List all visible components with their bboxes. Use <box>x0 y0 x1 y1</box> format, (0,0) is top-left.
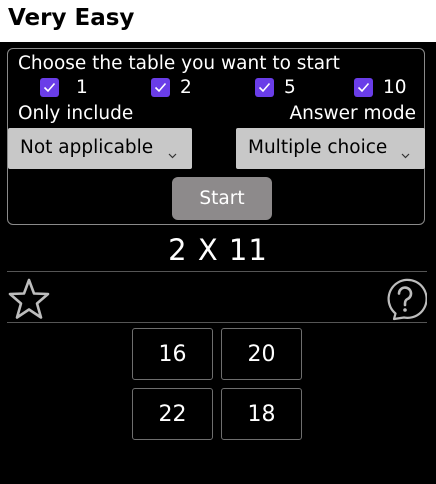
checkbox-checked-icon <box>255 78 274 97</box>
divider <box>7 271 427 272</box>
title-bar: Very Easy <box>0 0 436 42</box>
answer-option-value: 16 <box>158 342 187 367</box>
star-icon[interactable] <box>7 277 51 325</box>
table-2-label: 2 <box>180 77 192 98</box>
answer-option[interactable]: 20 <box>221 328 302 380</box>
checkbox-checked-icon <box>40 78 59 97</box>
answer-option[interactable]: 18 <box>221 388 302 440</box>
checkbox-checked-icon <box>151 78 170 97</box>
help-icon[interactable] <box>383 278 428 326</box>
answer-mode-value: Multiple choice <box>248 137 388 158</box>
answer-option-value: 18 <box>247 402 276 427</box>
answer-option[interactable]: 16 <box>132 328 213 380</box>
multiplication-question: 2 X 11 <box>168 233 268 267</box>
only-include-label: Only include <box>18 103 134 124</box>
answer-option[interactable]: 22 <box>132 388 213 440</box>
only-include-select[interactable]: Not applicable <box>8 128 192 169</box>
start-button-label: Start <box>199 188 245 209</box>
only-include-value: Not applicable <box>20 137 154 158</box>
chevron-down-icon <box>401 144 410 163</box>
table-5-label: 5 <box>284 77 296 98</box>
page-title: Very Easy <box>8 5 135 31</box>
divider <box>7 322 427 323</box>
chevron-down-icon <box>168 144 177 163</box>
table-1-label: 1 <box>76 77 88 98</box>
answer-option-value: 20 <box>247 342 276 367</box>
checkbox-checked-icon <box>354 78 373 97</box>
answer-mode-label: Answer mode <box>289 103 416 124</box>
start-button[interactable]: Start <box>172 177 272 220</box>
answer-option-value: 22 <box>158 402 187 427</box>
table-10-label: 10 <box>383 77 407 98</box>
choose-table-label: Choose the table you want to start <box>18 53 340 74</box>
answer-mode-select[interactable]: Multiple choice <box>236 128 425 169</box>
